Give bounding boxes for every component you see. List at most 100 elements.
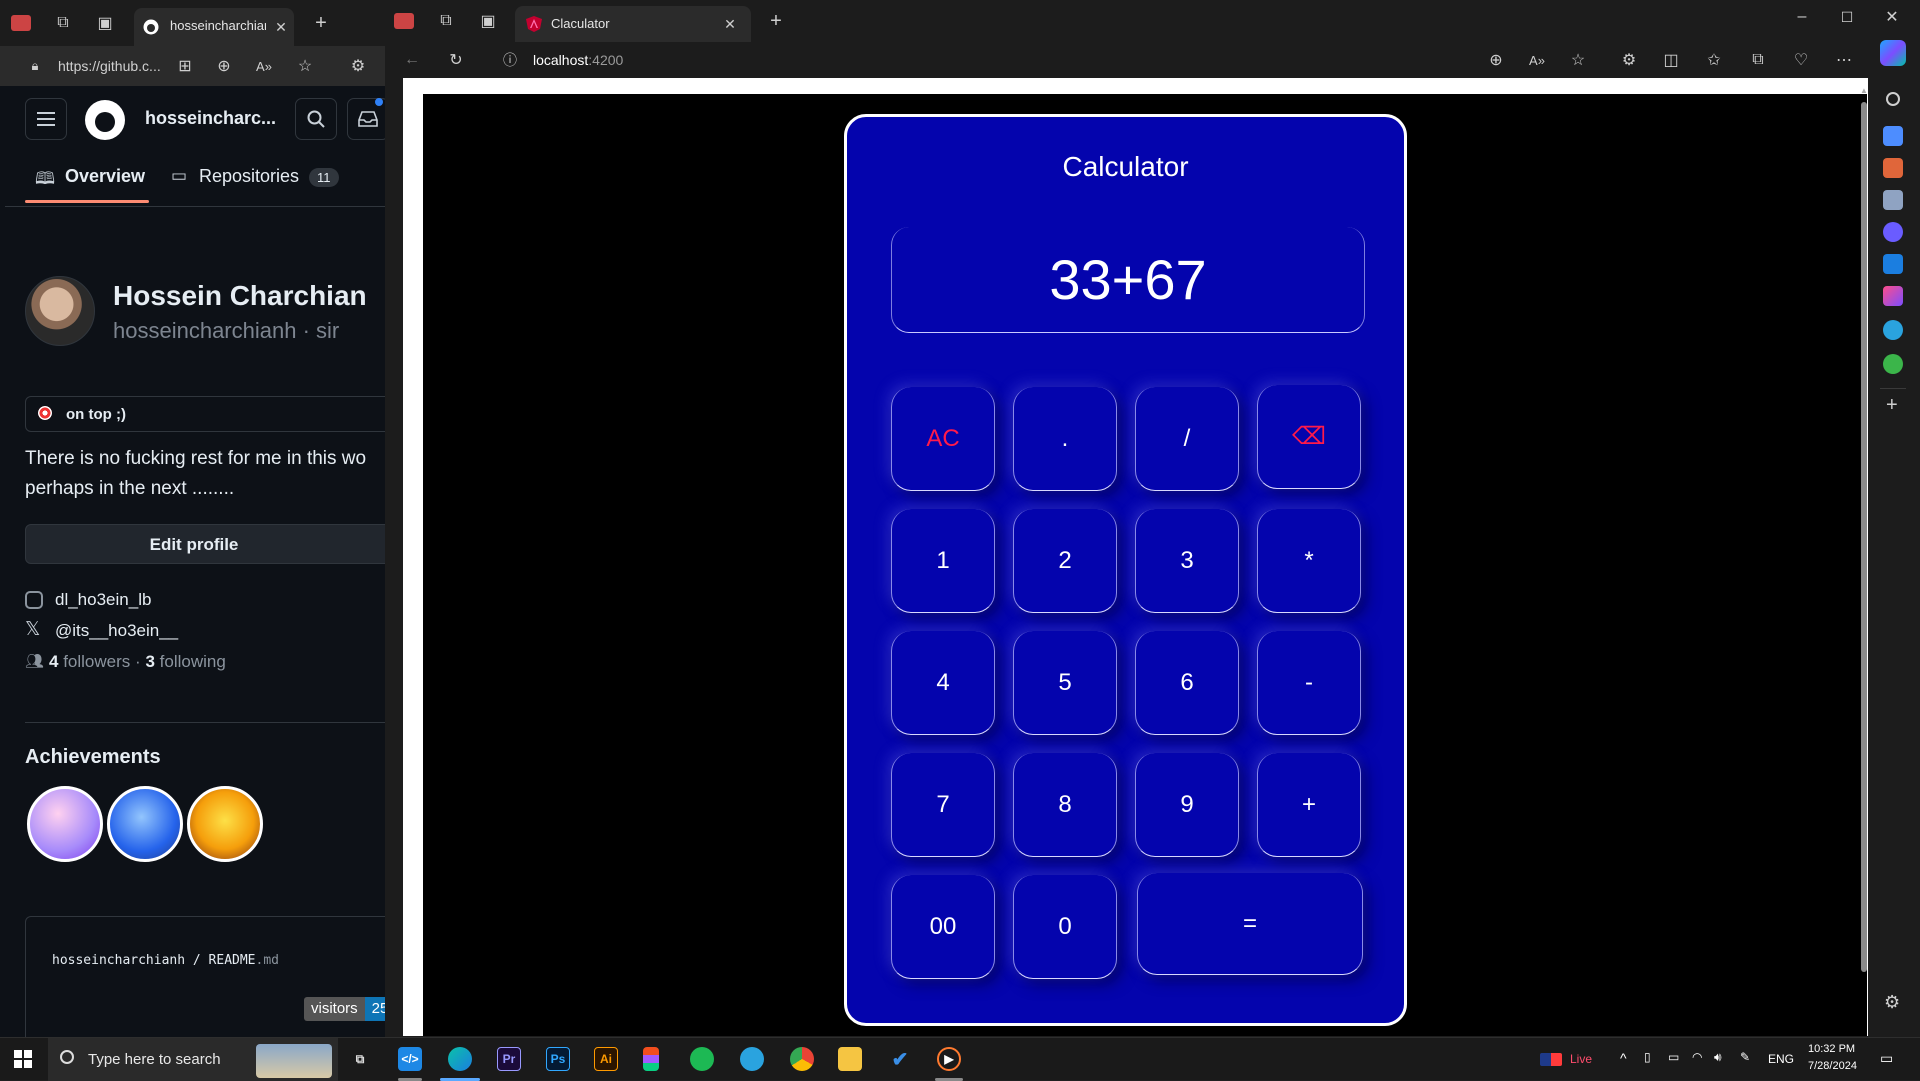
premiere-icon[interactable]: Pr xyxy=(497,1047,521,1071)
settings-icon[interactable]: ⚙ xyxy=(1884,992,1900,1013)
clear-button[interactable]: AC xyxy=(891,387,995,491)
tools-icon[interactable] xyxy=(1883,158,1903,178)
file-explorer-icon[interactable] xyxy=(838,1047,862,1071)
close-window-icon[interactable]: ✕ xyxy=(1881,6,1903,28)
close-tab-icon[interactable]: ✕ xyxy=(719,13,741,35)
zoom-icon[interactable]: ⊕ xyxy=(213,55,235,77)
read-aloud-icon[interactable]: A» xyxy=(1526,49,1548,71)
media-player-icon[interactable]: ▶ xyxy=(937,1047,961,1071)
more-options-icon[interactable]: ⋯ xyxy=(1833,49,1855,71)
digit-4-button[interactable]: 4 xyxy=(891,631,995,735)
edit-profile-button[interactable]: Edit profile xyxy=(25,524,385,564)
tab-actions-icon[interactable]: ▣ xyxy=(477,10,499,32)
vscode-icon[interactable]: </> xyxy=(398,1047,422,1071)
multiply-button[interactable]: * xyxy=(1257,509,1361,613)
edge-icon[interactable] xyxy=(448,1047,472,1071)
meet-now-icon[interactable]: ▯ xyxy=(1644,1050,1651,1064)
close-tab-icon[interactable]: ✕ xyxy=(270,16,292,38)
taskbar-search-box[interactable]: Type here to search xyxy=(48,1038,338,1081)
tree-icon[interactable] xyxy=(1883,354,1903,374)
favorite-star-icon[interactable]: ☆ xyxy=(1567,49,1589,71)
avatar[interactable] xyxy=(25,276,95,346)
back-icon[interactable]: ← xyxy=(401,49,423,71)
tab-actions-icon[interactable]: ▣ xyxy=(94,12,116,34)
new-tab-icon[interactable]: + xyxy=(310,12,332,34)
collections-icon[interactable]: ⧉ xyxy=(1747,49,1769,71)
maximize-icon[interactable]: ☐ xyxy=(1836,6,1858,28)
profile-icon[interactable] xyxy=(393,10,415,32)
live-label[interactable]: Live xyxy=(1570,1052,1592,1066)
zoom-icon[interactable]: ⊕ xyxy=(1485,49,1507,71)
task-view-icon[interactable]: ⧉ xyxy=(348,1047,372,1071)
double-zero-button[interactable]: 00 xyxy=(891,875,995,979)
shopping-icon[interactable] xyxy=(1883,126,1903,146)
digit-0-button[interactable]: 0 xyxy=(1013,875,1117,979)
digit-3-button[interactable]: 3 xyxy=(1135,509,1239,613)
profile-icon[interactable] xyxy=(10,12,32,34)
outlook-icon[interactable] xyxy=(1883,254,1903,274)
github-logo-icon[interactable] xyxy=(85,100,125,140)
menu-button[interactable] xyxy=(25,98,67,140)
backspace-button[interactable]: ⌫ xyxy=(1257,385,1361,489)
photoshop-icon[interactable]: Ps xyxy=(546,1047,570,1071)
search-button[interactable] xyxy=(295,98,337,140)
instagram-handle[interactable]: dl_ho3ein_lb xyxy=(55,590,151,610)
designer-icon[interactable] xyxy=(1883,286,1903,306)
readme-path[interactable]: hosseincharchianh / README.md xyxy=(52,953,279,968)
plus-button[interactable]: + xyxy=(1257,753,1361,857)
minus-button[interactable]: - xyxy=(1257,631,1361,735)
show-hidden-icons[interactable]: ^ xyxy=(1620,1050,1627,1066)
tab-calculator[interactable]: Claculator ✕ xyxy=(515,6,751,42)
notifications-icon[interactable]: ▭ xyxy=(1880,1050,1893,1067)
tab-overview[interactable]: 🕮︎ Overview xyxy=(25,160,155,204)
minimize-icon[interactable]: – xyxy=(1791,6,1813,28)
volume-icon[interactable]: 🔊︎ xyxy=(1714,1050,1722,1065)
digit-1-button[interactable]: 1 xyxy=(891,509,995,613)
digit-5-button[interactable]: 5 xyxy=(1013,631,1117,735)
split-screen-icon[interactable]: ◫ xyxy=(1660,49,1682,71)
language-indicator[interactable]: ENG xyxy=(1768,1052,1794,1066)
decimal-button[interactable]: . xyxy=(1013,387,1117,491)
status-box[interactable]: on top ;) xyxy=(25,396,385,432)
pen-icon[interactable]: ✎ xyxy=(1740,1050,1750,1064)
scroll-up-icon[interactable]: ▲ xyxy=(1860,86,1868,95)
add-icon[interactable]: + xyxy=(1886,394,1898,417)
digit-6-button[interactable]: 6 xyxy=(1135,631,1239,735)
digit-8-button[interactable]: 8 xyxy=(1013,753,1117,857)
lock-icon[interactable]: 🔒︎ xyxy=(24,55,46,77)
workspaces-icon[interactable]: ⧉ xyxy=(52,12,74,34)
divide-button[interactable]: / xyxy=(1135,387,1239,491)
favorites-icon[interactable]: ✩ xyxy=(1703,49,1725,71)
favorite-star-icon[interactable]: ☆ xyxy=(294,55,316,77)
browser-essentials-icon[interactable]: ♡ xyxy=(1790,49,1812,71)
workspaces-icon[interactable]: ⧉ xyxy=(435,10,457,32)
digit-9-button[interactable]: 9 xyxy=(1135,753,1239,857)
tab-github[interactable]: hosseincharchianh ✕ xyxy=(134,8,294,46)
todo-icon[interactable]: ✔ xyxy=(888,1047,912,1071)
equals-button[interactable]: = xyxy=(1137,873,1363,975)
digit-7-button[interactable]: 7 xyxy=(891,753,995,857)
wifi-icon[interactable]: ◠ xyxy=(1692,1050,1702,1064)
telegram-icon[interactable] xyxy=(740,1047,764,1071)
illustrator-icon[interactable]: Ai xyxy=(594,1047,618,1071)
clock-date[interactable]: 7/28/2024 xyxy=(1808,1060,1857,1072)
tab-repositories[interactable]: ▭ Repositories 11 xyxy=(171,160,351,204)
telegram-icon[interactable] xyxy=(1883,320,1903,340)
copilot-app-icon[interactable] xyxy=(1883,222,1903,242)
site-info-icon[interactable]: ⓘ xyxy=(499,49,521,71)
extensions-icon[interactable]: ⚙ xyxy=(1618,49,1640,71)
search-icon[interactable] xyxy=(1886,92,1900,106)
chrome-icon[interactable] xyxy=(790,1047,814,1071)
username-header[interactable]: hosseincharc... xyxy=(145,108,276,129)
battery-icon[interactable]: ▭ xyxy=(1668,1050,1679,1064)
new-tab-icon[interactable]: + xyxy=(765,10,787,32)
spotify-icon[interactable] xyxy=(690,1047,714,1071)
quickdraw-badge-icon[interactable] xyxy=(187,786,263,862)
yolo-badge-icon[interactable] xyxy=(27,786,103,862)
url-text[interactable]: https://github.c... xyxy=(58,58,161,74)
app-available-icon[interactable]: ⊞ xyxy=(174,55,196,77)
twitter-handle[interactable]: @its__ho3ein__ xyxy=(55,621,178,641)
extensions-icon[interactable]: ⚙ xyxy=(347,55,369,77)
start-button[interactable] xyxy=(14,1050,32,1068)
games-icon[interactable] xyxy=(1883,190,1903,210)
